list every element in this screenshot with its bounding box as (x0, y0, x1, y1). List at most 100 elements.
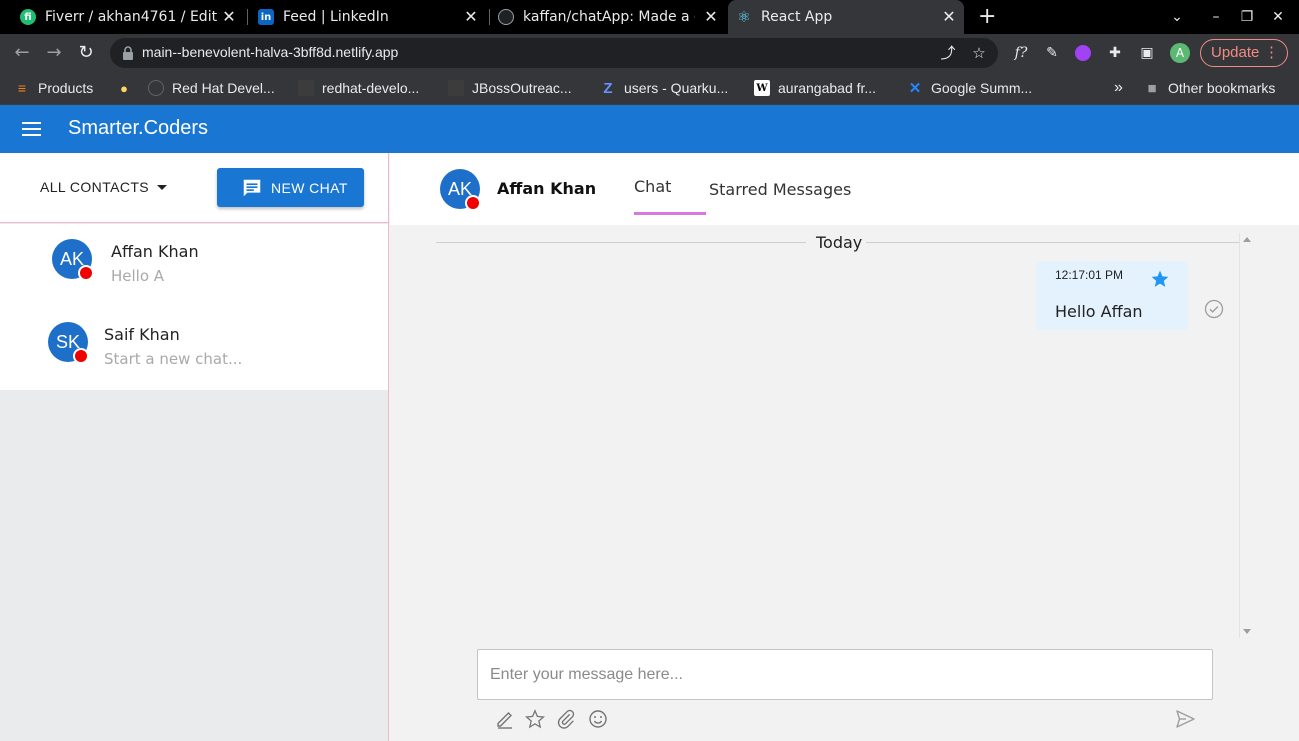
scroll-thumb[interactable] (1241, 245, 1252, 623)
tab-search-icon[interactable]: ⌄ (1168, 8, 1186, 26)
app-title: Smarter.Coders (68, 117, 209, 139)
linkedin-icon: in (258, 9, 274, 25)
close-icon[interactable]: ✕ (462, 8, 480, 26)
caret-down-icon (157, 184, 168, 190)
bookmark-item[interactable]: JBossOutreac... (448, 78, 572, 98)
contact-list: AK Affan Khan Hello A SK Saif Khan Start… (0, 224, 388, 390)
bookmark-item[interactable]: Red Hat Devel... (148, 78, 275, 98)
browser-tab-react-app[interactable]: ⚛ React App ✕ (728, 0, 964, 34)
tab-title: React App (761, 9, 833, 25)
bookmarks-overflow-icon[interactable]: » (1114, 78, 1123, 98)
close-icon[interactable]: ✕ (220, 8, 238, 26)
attachment-icon[interactable] (555, 708, 577, 730)
send-icon[interactable] (1174, 708, 1196, 730)
scroll-up-icon[interactable] (1243, 237, 1251, 242)
browser-tab-github[interactable]: kaffan/chatApp: Made a c ✕ (490, 0, 726, 34)
tab-chat[interactable]: Chat (634, 177, 671, 196)
bookmark-label: Google Summ... (931, 80, 1033, 96)
scroll-down-icon[interactable] (1243, 629, 1251, 634)
close-icon[interactable]: ✕ (940, 8, 958, 26)
message-scrollbar[interactable] (1239, 233, 1253, 638)
new-tab-icon[interactable]: + (978, 6, 996, 28)
browser-chrome: fi Fiverr / akhan4761 / Edit C ✕ in Feed… (0, 0, 1299, 105)
contact-preview: Start a new chat... (104, 350, 243, 368)
offline-status-dot (465, 195, 481, 211)
message-bubble[interactable]: 12:17:01 PM Hello Affan (1036, 261, 1188, 330)
bookmark-label: users - Quarku... (624, 80, 729, 96)
wikipedia-icon: W (754, 80, 770, 96)
star-icon[interactable] (1150, 269, 1170, 289)
puzzle-extensions-icon[interactable]: ✚ (1105, 43, 1125, 63)
active-tab-indicator (634, 212, 706, 215)
update-button[interactable]: Update ⋮ (1200, 39, 1288, 67)
tab-separator (247, 9, 248, 25)
bookmarks-bar: ≡ Products ● Red Hat Devel... redhat-dev… (0, 72, 1299, 105)
fiverr-icon: fi (20, 9, 36, 25)
bookmark-label: Red Hat Devel... (172, 80, 275, 96)
offline-status-dot (73, 348, 89, 364)
other-bookmarks[interactable]: ■ Other bookmarks (1144, 78, 1275, 98)
tab-title: Feed | LinkedIn (283, 9, 389, 25)
profile-avatar[interactable]: A (1170, 43, 1190, 63)
update-label: Update (1211, 44, 1260, 61)
formula-extension-icon[interactable]: f? (1011, 43, 1031, 63)
contact-name: Saif Khan (104, 325, 180, 344)
address-bar[interactable]: main--benevolent-halva-3bff8d.netlify.ap… (110, 38, 998, 68)
contacts-header: ALL CONTACTS NEW CHAT (0, 153, 388, 223)
eyedropper-extension-icon[interactable]: ✎ (1042, 43, 1062, 63)
contacts-filter-label: ALL CONTACTS (40, 179, 150, 195)
menu-icon[interactable] (22, 122, 41, 136)
more-vertical-icon[interactable]: ⋮ (1264, 40, 1279, 66)
contact-item[interactable]: AK Affan Khan Hello A (0, 224, 388, 307)
browser-toolbar: ← → ↻ main--benevolent-halva-3bff8d.netl… (0, 34, 1299, 72)
profile-initial: A (1170, 43, 1190, 63)
bookmark-star-icon[interactable]: ☆ (970, 44, 988, 62)
lightbulb-icon: ● (120, 80, 128, 96)
offline-status-dot (78, 265, 94, 281)
bookmark-item[interactable]: redhat-develo... (298, 78, 419, 98)
message-composer (390, 640, 1299, 741)
contacts-filter-dropdown[interactable]: ALL CONTACTS (40, 179, 168, 195)
close-window-icon[interactable]: ✕ (1269, 8, 1287, 26)
contact-preview: Hello A (111, 267, 165, 285)
tab-strip: fi Fiverr / akhan4761 / Edit C ✕ in Feed… (0, 0, 1299, 34)
pencil-icon[interactable] (494, 708, 516, 730)
message-timestamp: 12:17:01 PM (1055, 268, 1124, 282)
new-chat-label: NEW CHAT (271, 179, 348, 196)
star-icon[interactable] (524, 708, 546, 730)
bookmark-item[interactable]: Z users - Quarku... (600, 78, 728, 98)
other-bookmarks-label: Other bookmarks (1168, 80, 1276, 96)
chat-icon (243, 179, 261, 196)
app-bar: Smarter.Coders (0, 105, 1299, 153)
message-input[interactable] (477, 649, 1213, 700)
tab-title: Fiverr / akhan4761 / Edit C (45, 9, 217, 25)
check-circle-icon (1204, 299, 1224, 319)
github-icon (148, 80, 164, 96)
bookmark-label: aurangabad fr... (778, 80, 877, 96)
bookmark-label: JBossOutreac... (472, 80, 572, 96)
bookmark-label: Products (38, 80, 94, 96)
side-panel-icon[interactable]: ▣ (1137, 43, 1157, 63)
new-chat-button[interactable]: NEW CHAT (217, 168, 364, 207)
browser-tab-fiverr[interactable]: fi Fiverr / akhan4761 / Edit C ✕ (12, 0, 244, 34)
close-icon[interactable]: ✕ (702, 8, 720, 26)
bookmark-item[interactable]: ✕ Google Summ... (907, 78, 1032, 98)
contact-item[interactable]: SK Saif Khan Start a new chat... (0, 307, 388, 390)
bookmark-item[interactable]: ● (116, 78, 140, 98)
react-icon: ⚛ (737, 8, 751, 26)
share-icon[interactable]: ⤴ (939, 44, 957, 62)
emoji-icon[interactable] (587, 708, 609, 730)
bookmark-item[interactable]: W aurangabad fr... (754, 78, 876, 98)
back-icon[interactable]: ← (11, 42, 33, 64)
bookmark-item[interactable]: ≡ Products (14, 78, 93, 98)
reload-icon[interactable]: ↻ (75, 42, 97, 64)
browser-tab-linkedin[interactable]: in Feed | LinkedIn ✕ (250, 0, 486, 34)
stackoverflow-icon: ≡ (17, 80, 27, 96)
tab-starred-messages[interactable]: Starred Messages (709, 180, 851, 199)
purple-extension-icon[interactable] (1073, 43, 1093, 63)
forward-icon[interactable]: → (43, 42, 65, 64)
maximize-icon[interactable]: ❐ (1238, 8, 1256, 26)
minimize-icon[interactable]: – (1207, 8, 1225, 26)
divider-line (436, 242, 806, 243)
folder-icon: ■ (1147, 79, 1157, 97)
